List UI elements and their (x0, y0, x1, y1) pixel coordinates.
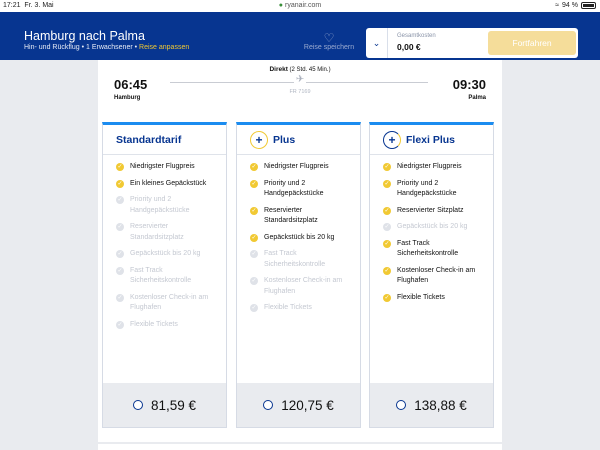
chevron-down-icon[interactable]: ⌄ (366, 28, 388, 58)
feature-item: ✓ Niedrigster Flugpreis (116, 163, 195, 171)
check-icon: ✓ (250, 250, 258, 258)
check-icon: ✓ (116, 179, 124, 188)
check-icon: ✓ (116, 266, 124, 275)
fare-card-plus[interactable]: + Plus ✓ Niedrigster Flugpreis ✓ Priority … (236, 122, 361, 428)
fare-card-standard[interactable]: Standardtarif ✓ Niedrigster Flugpreis ✓ Ei… (102, 122, 227, 428)
feature-item: ✓ Reservierter Standardsitzplatz (250, 206, 318, 224)
feature-item-excluded: ✓ Flexible Tickets (116, 320, 178, 329)
save-trip-button[interactable]: ♡ Reise speichern (296, 32, 362, 51)
check-icon: ✓ (250, 206, 258, 215)
flight-summary: Direkt (2 Std. 45 Min.) 06:45 Hamburg ✈ … (98, 60, 502, 108)
check-icon: ✓ (116, 293, 124, 302)
feature-item: ✓ Priority und 2 Handgepäckstücke (383, 179, 457, 197)
fare-feature-list: ✓ Niedrigster Flugpreis ✓ Priority und 2 H… (237, 155, 360, 314)
fare-name: Plus (273, 133, 296, 146)
battery-icon (581, 2, 596, 9)
check-icon: ✓ (250, 163, 258, 171)
check-icon: ✓ (383, 266, 391, 275)
feature-item-excluded: ✓ Fast Track Sicherheitskontrolle (116, 266, 192, 284)
route-subtitle: Hin- und Rückflug • 1 Erwachsener • Reis… (24, 44, 190, 51)
total-value: 0,00 € (397, 42, 421, 52)
plus-icon: + (250, 130, 268, 149)
url-bar[interactable]: ● ryanair.com (0, 2, 600, 9)
check-icon: ✓ (383, 206, 391, 215)
feature-item: ✓ Reservierter Sitzplatz (383, 206, 464, 215)
check-icon: ✓ (250, 277, 258, 285)
plane-icon: ✈ (294, 74, 306, 85)
feature-item-excluded: ✓ Kostenloser Check-in am Flughafen (116, 293, 209, 311)
check-icon: ✓ (383, 293, 391, 302)
direct-label: Direkt (2 Std. 45 Min.) (269, 66, 331, 73)
feature-item: ✓ Niedrigster Flugpreis (250, 163, 329, 171)
continue-button[interactable]: Fortfahren (488, 31, 576, 55)
feature-item: ✓ Priority und 2 Handgepäckstücke (250, 179, 324, 197)
wifi-icon: ≈ (555, 2, 560, 9)
check-icon: ✓ (383, 163, 391, 171)
fare-card-header: + Plus (237, 125, 360, 155)
feature-item: ✓ Ein kleines Gepäckstück (116, 179, 207, 188)
radio-button[interactable] (396, 400, 407, 410)
fare-price-select[interactable]: 138,88 € (370, 383, 493, 427)
fare-card-header: Standardtarif (103, 125, 226, 155)
arrival-city: Palma (468, 95, 486, 101)
flight-number: FR 7169 (289, 89, 311, 95)
check-icon: ✓ (383, 223, 391, 231)
feature-item: ✓ Flexible Tickets (383, 293, 445, 302)
flexi-plus-icon: + (383, 130, 401, 149)
fare-selection-panel: Direkt (2 Std. 45 Min.) 06:45 Hamburg ✈ … (98, 60, 502, 442)
lock-icon: ● (278, 2, 284, 9)
adjust-trip-link[interactable]: Reise anpassen (139, 44, 189, 51)
radio-button[interactable] (132, 400, 143, 410)
check-icon: ✓ (116, 196, 124, 204)
check-icon: ✓ (250, 179, 258, 188)
next-section-strip (98, 444, 502, 450)
feature-item: ✓ Kostenloser Check-in am Flughafen (383, 266, 476, 284)
total-label: Gesamtkosten (397, 33, 436, 39)
save-trip-label: Reise speichern (303, 44, 355, 51)
status-indicators: ≈ 94 % (555, 2, 596, 9)
heart-icon: ♡ (323, 31, 335, 45)
fare-price-select[interactable]: 81,59 € (103, 383, 226, 427)
check-icon: ✓ (116, 250, 124, 258)
feature-item: ✓ Niedrigster Flugpreis (383, 163, 462, 171)
check-icon: ✓ (383, 239, 391, 248)
status-bar: 17:21 Fr. 3. Mai ● ryanair.com ≈ 94 % (0, 0, 600, 12)
check-icon: ✓ (116, 223, 124, 231)
check-icon: ✓ (383, 179, 391, 188)
battery-label: 94 % (562, 2, 578, 9)
fare-feature-list: ✓ Niedrigster Flugpreis ✓ Ein kleines Gepä… (103, 155, 226, 330)
arrival-time: 09:30 (452, 77, 486, 92)
check-icon: ✓ (116, 163, 124, 171)
fare-name: Flexi Plus (406, 133, 456, 146)
feature-item-excluded: ✓ Gepäckstück bis 20 kg (383, 223, 468, 231)
check-icon: ✓ (250, 304, 258, 312)
check-icon: ✓ (250, 233, 258, 242)
check-icon: ✓ (116, 320, 124, 329)
fare-name: Standardtarif (116, 133, 182, 146)
fare-card-flexi-plus[interactable]: + Flexi Plus ✓ Niedrigster Flugpreis ✓ Pri… (369, 122, 494, 428)
fare-price: 120,75 € (281, 397, 334, 413)
feature-item-excluded: ✓ Flexible Tickets (250, 304, 312, 312)
feature-item-excluded: ✓ Priority und 2 Handgepäckstücke (116, 196, 190, 214)
fare-price: 138,88 € (414, 397, 467, 413)
fare-price-select[interactable]: 120,75 € (237, 383, 360, 427)
fare-price: 81,59 € (150, 397, 197, 413)
feature-item-excluded: ✓ Kostenloser Check-in am Flughafen (250, 277, 343, 295)
departure-city: Hamburg (114, 95, 141, 101)
route-title: Hamburg nach Palma (24, 29, 145, 43)
feature-item-excluded: ✓ Gepäckstück bis 20 kg (116, 250, 201, 258)
radio-button[interactable] (263, 400, 274, 410)
fare-card-header: + Flexi Plus (370, 125, 493, 155)
feature-item-excluded: ✓ Fast Track Sicherheitskontrolle (250, 250, 326, 268)
fare-feature-list: ✓ Niedrigster Flugpreis ✓ Priority und 2 H… (370, 155, 493, 303)
feature-item-excluded: ✓ Reservierter Standardsitzplatz (116, 223, 184, 241)
feature-item: ✓ Gepäckstück bis 20 kg (250, 233, 335, 242)
feature-item: ✓ Fast Track Sicherheitskontrolle (383, 239, 459, 257)
